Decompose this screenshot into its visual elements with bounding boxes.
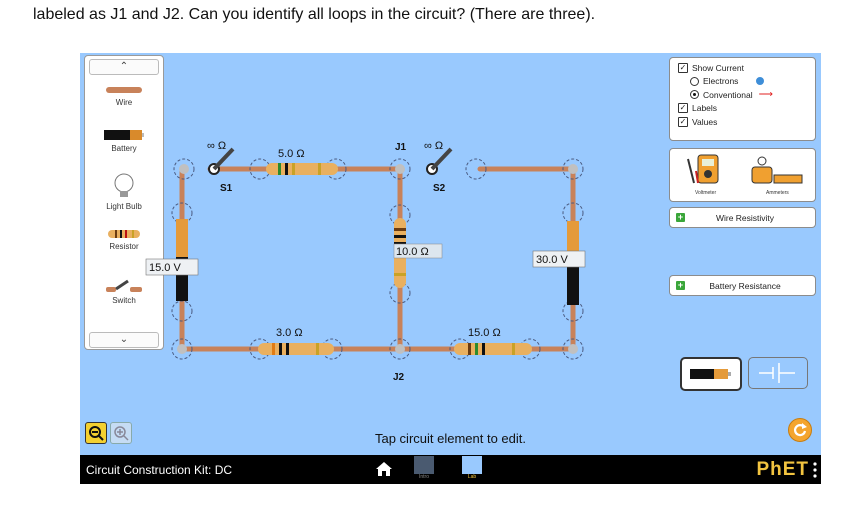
switch-s1-resistance: ∞ Ω [207,140,226,152]
sensor-icons: Voltmeter Ammeters [687,154,803,196]
voltmeter-icon[interactable] [687,154,719,184]
tab-intro[interactable]: Intro [412,456,436,484]
resistor-5-ohm-value: 5.0 Ω [278,148,305,160]
wire-resistivity-accordion[interactable]: + Wire Resistivity [669,207,816,228]
conventional-label: Conventional [703,89,753,100]
battery-left-value: 15.0 V [149,262,181,274]
vertex-dots [177,164,578,354]
show-current-label: Show Current [692,63,744,73]
radio-selected-icon [690,90,699,99]
schematic-battery-icon [759,363,795,383]
ammeter-icon[interactable] [751,156,803,184]
resistor-3-ohm-value: 3.0 Ω [276,327,303,339]
home-icon[interactable] [375,460,393,478]
labels-checkbox[interactable]: ✓ Labels [678,103,717,113]
phet-logo[interactable]: PhET [756,459,809,481]
radio-icon [690,76,699,86]
navigation-bar: Circuit Construction Kit: DC Intro Lab P… [80,455,821,484]
switch-s2-resistance: ∞ Ω [424,140,443,152]
options-panel: ✓ Show Current Electrons Conventional ⟶ … [669,57,816,141]
battery-right-value: 30.0 V [536,254,568,266]
ammeters-label: Ammeters [766,190,789,196]
sim-title: Circuit Construction Kit: DC [86,463,233,477]
checkbox-icon: ✓ [678,103,688,113]
arrow-right-icon: ⟶ [758,89,773,100]
tab-lab-label: Lab [467,474,477,480]
checkbox-icon: ✓ [678,63,688,73]
electrons-radio[interactable]: Electrons [690,76,765,86]
tab-intro-label: Intro [418,474,429,480]
resistor-15-ohm[interactable] [454,343,532,355]
conventional-radio[interactable]: Conventional ⟶ [690,89,773,100]
schematic-battery-toggle[interactable] [748,357,808,389]
menu-dots-icon[interactable] [813,462,817,478]
vertex-markers[interactable] [171,158,584,360]
electron-icon [756,77,765,85]
resistor-3-ohm[interactable] [258,343,334,355]
battery-resistance-label: Battery Resistance [709,280,781,291]
checkbox-icon: ✓ [678,117,688,127]
status-message: Tap circuit element to edit. [374,431,527,446]
electrons-label: Electrons [703,76,739,86]
switch-s2[interactable] [426,147,453,175]
battery-toggle-icon [690,369,731,379]
resistor-5-ohm[interactable] [266,163,338,175]
simulation-area[interactable]: ⌃ Wire Battery Light Bulb Resistor Switc… [80,53,821,484]
junction-j2-label: J2 [393,372,405,383]
voltmeter-label: Voltmeter [695,190,716,196]
values-checkbox[interactable]: ✓ Values [678,117,717,127]
intro-thumbnail-icon [414,456,434,474]
expand-plus-icon: + [676,280,685,290]
switch-s2-label: S2 [433,183,446,194]
show-current-checkbox[interactable]: ✓ Show Current [678,63,744,73]
lab-thumbnail-icon [462,456,482,474]
wire-resistivity-label: Wire Resistivity [715,212,775,223]
wires[interactable] [179,166,576,352]
junction-j1-label: J1 [395,142,407,153]
sensor-toolbox: Voltmeter Ammeters [669,148,816,202]
labels-label: Labels [692,103,718,113]
resistor-15-ohm-value: 15.0 Ω [468,327,501,339]
tab-lab[interactable]: Lab [460,456,484,484]
realistic-battery-toggle[interactable] [680,357,742,391]
battery-resistance-accordion[interactable]: + Battery Resistance [669,275,816,296]
question-text: labeled as J1 and J2. Can you identify a… [33,6,596,23]
switch-s1-label: S1 [220,183,233,194]
expand-plus-icon: + [676,212,685,222]
values-label: Values [692,117,718,127]
resistor-10-ohm-value: 10.0 Ω [396,246,429,258]
